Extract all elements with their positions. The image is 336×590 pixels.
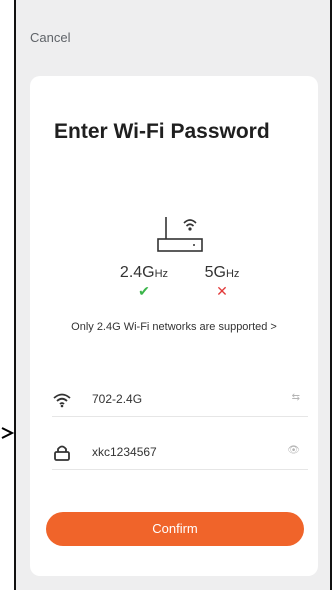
band-5ghz-label: 5G bbox=[204, 264, 226, 281]
password-field[interactable]: xkc1234567 👁 bbox=[52, 439, 308, 470]
router-icon bbox=[157, 217, 203, 252]
page-title: Enter Wi-Fi Password bbox=[54, 120, 270, 143]
check-icon: ✔ bbox=[138, 283, 150, 299]
switch-network-icon[interactable]: ⇆ bbox=[292, 392, 300, 403]
band-5ghz: 5GHz ✕ bbox=[198, 264, 246, 300]
band-2-4ghz: 2.4GHz ✔ bbox=[110, 264, 178, 300]
cross-icon: ✕ bbox=[216, 283, 228, 299]
band-5ghz-unit: Hz bbox=[225, 268, 240, 280]
phone-screen: Cancel Enter Wi-Fi Password 2.4GHz ✔ 5GH… bbox=[14, 0, 332, 590]
wifi-password-card: Enter Wi-Fi Password 2.4GHz ✔ 5GHz ✕ Onl… bbox=[30, 76, 318, 576]
eye-icon[interactable]: 👁 bbox=[287, 445, 300, 456]
network-name: 702-2.4G bbox=[92, 392, 143, 406]
supported-networks-link[interactable]: Only 2.4G Wi-Fi networks are supported > bbox=[30, 321, 318, 333]
wifi-icon bbox=[53, 393, 71, 408]
arrow-right-icon bbox=[1, 427, 14, 439]
network-field[interactable]: 702-2.4G ⇆ bbox=[52, 386, 308, 417]
cancel-button[interactable]: Cancel bbox=[30, 30, 70, 45]
band-support: 2.4GHz ✔ 5GHz ✕ bbox=[30, 264, 318, 304]
lock-icon bbox=[54, 445, 70, 461]
password-value: xkc1234567 bbox=[92, 445, 157, 459]
confirm-button[interactable]: Confirm bbox=[46, 512, 304, 546]
band-2-4ghz-unit: Hz bbox=[154, 268, 169, 280]
band-2-4ghz-label: 2.4G bbox=[119, 264, 155, 281]
